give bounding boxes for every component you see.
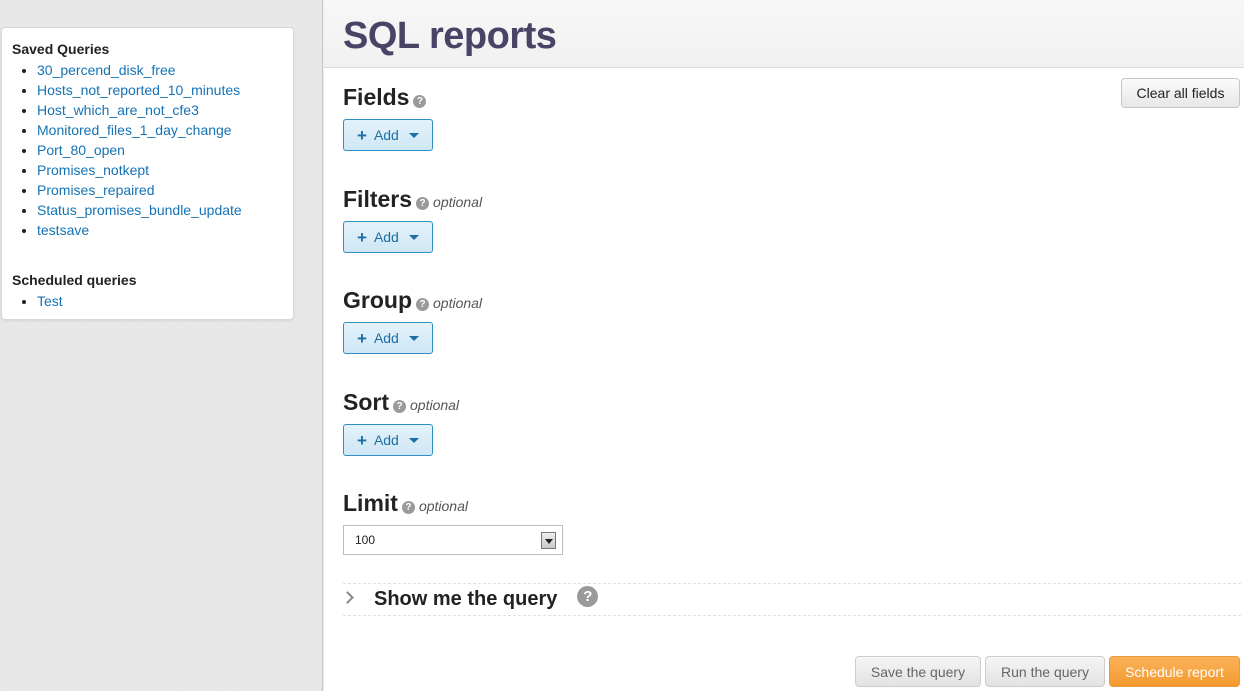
help-icon[interactable]: ? <box>416 298 429 311</box>
page-header: SQL reports <box>324 0 1244 68</box>
group-section: Group ? optional + Add <box>343 287 482 354</box>
optional-label: optional <box>410 397 460 413</box>
caret-down-icon <box>408 234 419 240</box>
plus-icon: + <box>357 125 367 145</box>
scheduled-queries-heading: Scheduled queries <box>12 272 137 288</box>
saved-query-link[interactable]: Promises_notkept <box>37 162 149 178</box>
caret-down-icon <box>408 437 419 443</box>
plus-icon: + <box>357 430 367 450</box>
sort-section: Sort ? optional + Add <box>343 389 459 456</box>
add-label: Add <box>373 432 399 448</box>
run-query-button[interactable]: Run the query <box>985 656 1105 687</box>
saved-queries-list: 30_percend_disk_free Hosts_not_reported_… <box>12 60 283 240</box>
saved-query-link[interactable]: 30_percend_disk_free <box>37 62 176 78</box>
add-label: Add <box>373 127 399 143</box>
list-item: Host_which_are_not_cfe3 <box>37 100 283 120</box>
optional-label: optional <box>418 498 468 514</box>
section-title-row: Limit ? optional <box>343 490 563 517</box>
show-query-toggle[interactable]: Show me the query ? <box>341 583 1241 616</box>
filters-section: Filters ? optional + Add <box>343 186 482 253</box>
saved-queries-heading: Saved Queries <box>12 41 110 57</box>
limit-select[interactable]: 100 <box>343 525 563 555</box>
save-query-button[interactable]: Save the query <box>855 656 981 687</box>
add-field-button[interactable]: + Add <box>343 119 433 151</box>
section-title: Sort <box>343 389 389 415</box>
page-title: SQL reports <box>343 15 557 57</box>
list-item: testsave <box>37 220 283 240</box>
caret-down-icon <box>408 132 419 138</box>
saved-query-link[interactable]: Promises_repaired <box>37 182 155 198</box>
help-icon[interactable]: ? <box>413 95 427 108</box>
list-item: Test <box>37 291 283 311</box>
section-title: Limit <box>343 490 398 516</box>
add-sort-button[interactable]: + Add <box>343 424 433 456</box>
section-title-row: Group ? optional <box>343 287 482 314</box>
section-title-row: Sort ? optional <box>343 389 459 416</box>
clear-all-fields-button[interactable]: Clear all fields <box>1121 78 1240 108</box>
main-content: SQL reports Clear all fields Fields ? + … <box>324 0 1244 691</box>
plus-icon: + <box>357 328 367 348</box>
help-icon[interactable]: ? <box>393 400 406 413</box>
add-group-button[interactable]: + Add <box>343 322 433 354</box>
help-icon[interactable]: ? <box>416 197 430 210</box>
section-title: Filters <box>343 186 413 212</box>
saved-queries-panel: Saved Queries 30_percend_disk_free Hosts… <box>1 27 294 320</box>
add-label: Add <box>373 229 399 245</box>
section-title-row: Filters ? optional <box>343 186 482 213</box>
list-item: Hosts_not_reported_10_minutes <box>37 80 283 100</box>
optional-label: optional <box>433 194 483 210</box>
list-item: 30_percend_disk_free <box>37 60 283 80</box>
saved-query-link[interactable]: Port_80_open <box>37 142 125 158</box>
help-icon[interactable]: ? <box>577 586 599 607</box>
section-title: Fields <box>343 84 410 110</box>
list-item: Monitored_files_1_day_change <box>37 120 283 140</box>
limit-value: 100 <box>355 533 376 547</box>
sidebar: Saved Queries 30_percend_disk_free Hosts… <box>0 0 323 691</box>
add-filter-button[interactable]: + Add <box>343 221 433 253</box>
saved-query-link[interactable]: testsave <box>37 222 89 238</box>
list-item: Status_promises_bundle_update <box>37 200 283 220</box>
fields-section: Fields ? + Add <box>343 84 433 151</box>
caret-down-icon <box>408 335 419 341</box>
schedule-report-button[interactable]: Schedule report <box>1109 656 1240 687</box>
add-label: Add <box>373 330 399 346</box>
list-item: Port_80_open <box>37 140 283 160</box>
dropdown-arrow-icon[interactable] <box>541 532 556 549</box>
saved-query-link[interactable]: Hosts_not_reported_10_minutes <box>37 82 240 98</box>
show-query-label[interactable]: Show me the query <box>374 588 557 611</box>
scheduled-query-link[interactable]: Test <box>37 293 63 309</box>
scheduled-queries-list: Test <box>12 291 283 311</box>
saved-query-link[interactable]: Host_which_are_not_cfe3 <box>37 102 199 118</box>
section-title: Group <box>343 287 412 313</box>
chevron-right-icon <box>341 591 354 604</box>
plus-icon: + <box>357 227 367 247</box>
limit-section: Limit ? optional 100 <box>343 490 563 555</box>
list-item: Promises_repaired <box>37 180 283 200</box>
saved-query-link[interactable]: Status_promises_bundle_update <box>37 202 242 218</box>
saved-query-link[interactable]: Monitored_files_1_day_change <box>37 122 232 138</box>
optional-label: optional <box>433 295 483 311</box>
section-title-row: Fields ? <box>343 84 433 111</box>
list-item: Promises_notkept <box>37 160 283 180</box>
help-icon[interactable]: ? <box>401 501 415 514</box>
